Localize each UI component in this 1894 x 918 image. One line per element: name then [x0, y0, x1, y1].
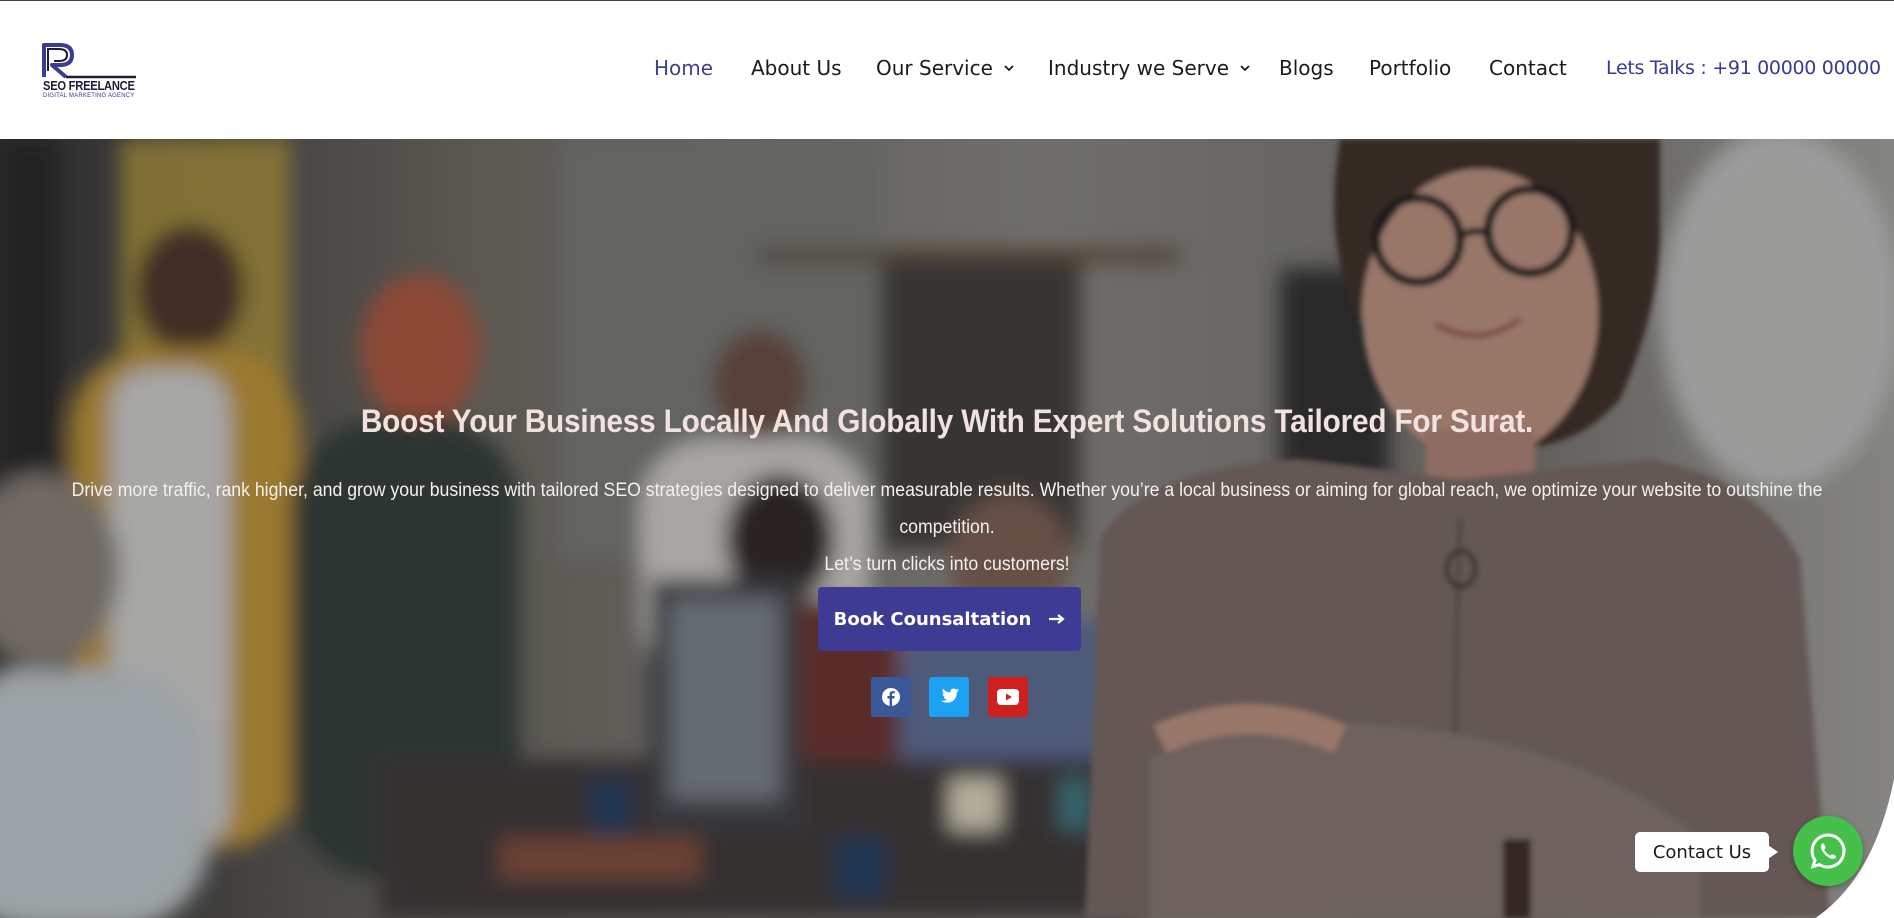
logo-wordmark: SEO FREELANCE [43, 78, 135, 93]
hero-description: Drive more traffic, rank higher, and gro… [66, 472, 1827, 583]
nav-item-label: Blogs [1279, 56, 1334, 80]
nav-item-blogs[interactable]: Blogs [1279, 56, 1334, 80]
youtube-link[interactable] [988, 677, 1028, 717]
nav-item-industry-we-serve[interactable]: Industry we Serve [1048, 56, 1251, 80]
nav-item-contact[interactable]: Contact [1489, 56, 1567, 80]
nav-item-home[interactable]: Home [654, 56, 713, 80]
nav-item-label: Industry we Serve [1048, 56, 1230, 80]
twitter-icon [940, 688, 959, 703]
whatsapp-button[interactable] [1793, 816, 1863, 886]
nav-item-our-service[interactable]: Our Service [876, 56, 1015, 80]
logo-tagline: DIGITAL MARKETING AGENCY [43, 93, 135, 99]
hero-description-line1: Drive more traffic, rank higher, and gro… [71, 480, 1823, 538]
nav-item-label: Home [654, 56, 714, 80]
hero-title: Boost Your Business Locally And Globally… [360, 403, 1534, 439]
arrow-right-icon [1049, 614, 1066, 624]
nav-item-portfolio[interactable]: Portfolio [1369, 56, 1451, 80]
hero-description-line2: Let’s turn clicks into customers! [824, 554, 1070, 575]
chevron-down-icon [1004, 65, 1014, 72]
nav-item-label: Portfolio [1369, 56, 1452, 80]
nav-item-label: About Us [751, 56, 842, 80]
youtube-icon [997, 689, 1019, 705]
contact-us-label: Contact Us [1652, 841, 1752, 863]
whatsapp-icon [1810, 833, 1846, 869]
contact-us-tooltip[interactable]: Contact Us [1635, 832, 1778, 872]
logo-mark-icon [42, 43, 136, 79]
nav-item-label: Our Service [876, 56, 993, 80]
cta-label: Book Counsaltation [833, 608, 1032, 630]
site-header: SEO FREELANCE DIGITAL MARKETING AGENCY H… [0, 0, 1894, 139]
nav-item-about-us[interactable]: About Us [751, 56, 842, 80]
facebook-icon [882, 688, 900, 706]
facebook-link[interactable] [871, 677, 911, 717]
nav-item-label: Contact [1489, 56, 1567, 80]
site-logo[interactable]: SEO FREELANCE DIGITAL MARKETING AGENCY [42, 41, 138, 103]
twitter-link[interactable] [929, 677, 969, 717]
chevron-down-icon [1240, 65, 1250, 72]
phone-cta-link[interactable]: Lets Talks : +91 00000 00000 [1606, 57, 1881, 79]
book-consultation-button[interactable]: Book Counsaltation [818, 587, 1081, 651]
hero-section: Boost Your Business Locally And Globally… [0, 139, 1894, 918]
